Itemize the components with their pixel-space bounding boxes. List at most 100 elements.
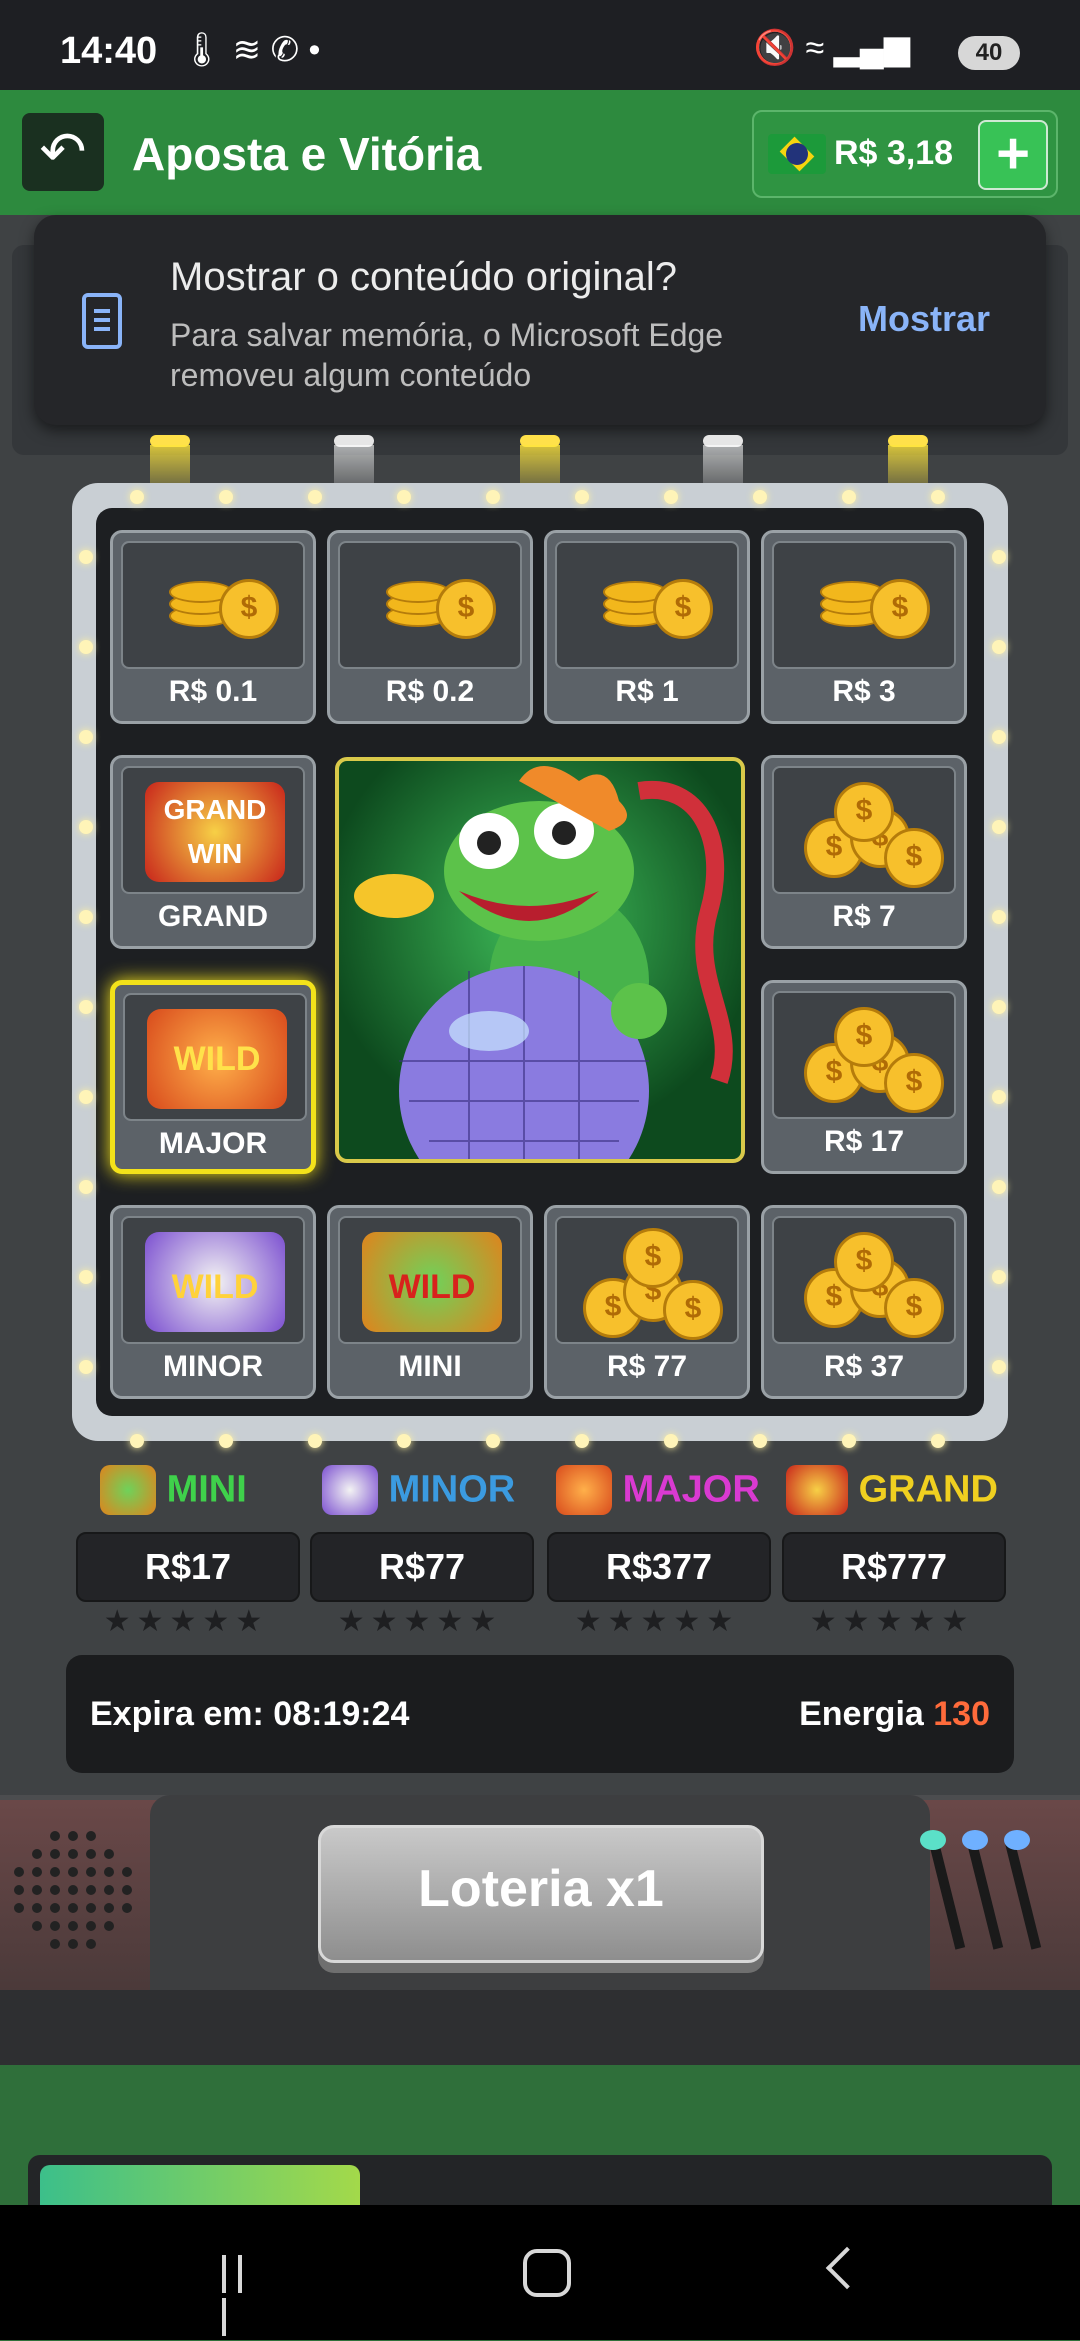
battery-indicator: 40 — [958, 36, 1020, 70]
speaker-hole — [68, 1849, 78, 1859]
speaker-hole — [50, 1849, 60, 1859]
wild-rabbit-icon: WILD — [121, 1216, 305, 1344]
jackpot-stars: ★★★★★ — [337, 1605, 503, 1638]
prize-tile: $ $ $ $ R$ 77 — [544, 1205, 750, 1399]
wild-dragon-icon — [100, 1465, 156, 1515]
prize-tile: $ R$ 3 — [761, 530, 967, 724]
balance-amount: R$ 3,18 — [834, 134, 954, 172]
grand-win-icon — [786, 1465, 848, 1515]
tile-label: R$ 0.2 — [385, 675, 475, 708]
show-original-button[interactable]: Mostrar — [858, 298, 990, 340]
speaker-hole — [14, 1885, 24, 1895]
coins-icon: $ — [555, 541, 739, 669]
speaker-hole — [68, 1885, 78, 1895]
marquee-bulb — [992, 1360, 1006, 1374]
jackpot-value-mini: R$17 — [76, 1532, 300, 1602]
jackpot-label-minor: MINOR — [322, 1465, 515, 1525]
marquee-bulb — [130, 490, 144, 504]
cell-signal-icon: ▂▄▆ — [833, 29, 910, 67]
speaker-hole — [68, 1939, 78, 1949]
info-bar: Expira em: 08:19:24 Energia 130 — [66, 1655, 1014, 1773]
speaker-hole — [50, 1867, 60, 1877]
signal-icon: ≋ — [232, 31, 262, 69]
speaker-hole — [68, 1867, 78, 1877]
speaker-hole — [50, 1885, 60, 1895]
speaker-hole — [86, 1867, 96, 1877]
prize-tile: WILD MINOR — [110, 1205, 316, 1399]
marquee-bulb — [397, 1434, 411, 1448]
lottery-spin-button[interactable]: Loteria x1 — [318, 1825, 764, 1963]
speaker-hole — [32, 1885, 42, 1895]
prize-tile: $ R$ 0.1 — [110, 530, 316, 724]
dot-icon: • — [308, 31, 321, 69]
speaker-hole — [122, 1867, 132, 1877]
wifi-icon: ≈ — [805, 29, 825, 67]
speaker-hole — [104, 1921, 114, 1931]
jackpot-value-grand: R$777 — [782, 1532, 1006, 1602]
marquee-bulb — [992, 910, 1006, 924]
prompt-subtitle: Para salvar memória, o Microsoft Edge re… — [170, 317, 724, 393]
jackpot-stars: ★★★★★ — [809, 1605, 975, 1638]
speaker-hole — [68, 1831, 78, 1841]
system-back-button[interactable] — [825, 2246, 869, 2290]
speaker-hole — [122, 1885, 132, 1895]
prize-tile: $$$$ R$ 7 — [761, 755, 967, 949]
coins-icon: $ — [338, 541, 522, 669]
marquee-bulb — [486, 490, 500, 504]
coins-icon: $ — [121, 541, 305, 669]
jackpot-stars: ★★★★★ — [103, 1605, 269, 1638]
marquee-bulb — [79, 910, 93, 924]
marquee-bulb — [308, 490, 322, 504]
marquee-bulb — [79, 1090, 93, 1104]
marquee-bulb — [486, 1434, 500, 1448]
speaker-hole — [86, 1903, 96, 1913]
dragon-mascot-image — [335, 757, 745, 1163]
marquee-bulb — [79, 730, 93, 744]
prize-tile: $ R$ 0.2 — [327, 530, 533, 724]
document-icon — [82, 293, 122, 349]
energy-label: Energia — [799, 1695, 924, 1733]
tile-label: R$ 3 — [832, 675, 896, 708]
status-bar: 14:40 🌡 ≋ ✆ • 🔇 ≈ ▂▄▆ 40 — [0, 0, 1080, 90]
coins-icon: $ — [772, 541, 956, 669]
marquee-bulb — [664, 1434, 678, 1448]
prize-tile: WILD MINI — [327, 1205, 533, 1399]
prize-tile: $ R$ 1 — [544, 530, 750, 724]
jackpot-label-major: MAJOR — [556, 1465, 760, 1525]
jackpot-label-mini: MINI — [100, 1465, 247, 1525]
speaker-hole — [50, 1903, 60, 1913]
back-button[interactable]: ↶ — [22, 113, 104, 191]
machine-base — [0, 1990, 1080, 2065]
dragon-illustration — [354, 766, 733, 1159]
recent-apps-button[interactable] — [222, 2255, 266, 2336]
thermometer-icon: 🌡 — [180, 31, 224, 69]
marquee-bulb — [308, 1434, 322, 1448]
add-funds-button[interactable]: + — [978, 120, 1048, 190]
marquee-bulb — [575, 490, 589, 504]
home-button[interactable] — [523, 2249, 571, 2297]
back-arrow-icon: ↶ — [39, 120, 87, 183]
mute-icon: 🔇 — [753, 29, 797, 67]
page-title: Aposta e Vitória — [132, 128, 482, 180]
jackpot-value-minor: R$77 — [310, 1532, 534, 1602]
speaker-hole — [50, 1831, 60, 1841]
tile-label: GRAND — [158, 900, 268, 933]
speaker-hole — [50, 1921, 60, 1931]
marquee-bulb — [992, 550, 1006, 564]
wild-badge: WILD — [145, 1232, 285, 1332]
speaker-hole — [32, 1903, 42, 1913]
jackpot-name: GRAND — [858, 1468, 998, 1511]
tile-label: R$ 77 — [606, 1350, 688, 1383]
marquee-bulb — [842, 490, 856, 504]
speaker-hole — [68, 1921, 78, 1931]
speaker-hole — [32, 1849, 42, 1859]
tile-label: R$ 0.1 — [168, 675, 258, 708]
coin-pile-icon: $$$$ — [555, 1216, 739, 1344]
marquee-bulb — [130, 1434, 144, 1448]
marquee-bulb — [992, 730, 1006, 744]
tile-label: R$ 17 — [823, 1125, 905, 1158]
status-time: 14:40 — [60, 30, 158, 72]
marquee-bulb — [575, 1434, 589, 1448]
prize-tile: GRAND WIN GRAND — [110, 755, 316, 949]
marquee-bulb — [842, 1434, 856, 1448]
